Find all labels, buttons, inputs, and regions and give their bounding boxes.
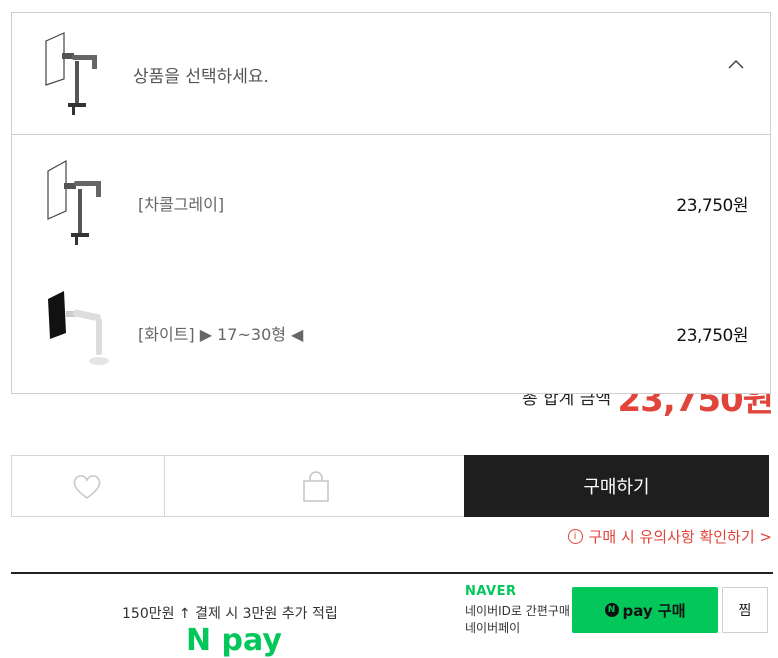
buy-now-button[interactable]: 구매하기	[464, 455, 769, 517]
dropdown-header[interactable]: 상품을 선택하세요.	[12, 13, 770, 135]
npay-logo: N pay	[186, 623, 282, 658]
option-label: [화이트] ▶ 17~30형 ◀	[138, 325, 304, 344]
shopping-bag-icon	[303, 471, 329, 502]
naver-desc-line2: 네이버페이	[465, 621, 521, 635]
wishlist-button[interactable]	[12, 456, 165, 516]
npay-benefit-text: 150만원 ↑ 결제 시 3만원 추가 적립	[122, 606, 338, 622]
monitor-arm-gray-thumbnail	[45, 32, 97, 115]
info-icon: i	[567, 529, 583, 544]
action-bar: 구매하기	[11, 455, 769, 517]
npay-buy-button[interactable]: N pay 구매	[572, 587, 718, 633]
dropdown-option-white[interactable]: [화이트] ▶ 17~30형 ◀ 23,750원	[12, 265, 770, 393]
monitor-arm-white-thumbnail	[48, 291, 109, 365]
add-to-cart-button[interactable]	[165, 456, 463, 516]
npay-n-icon: N	[604, 603, 619, 617]
product-option-dropdown[interactable]: 상품을 선택하세요. [차콜그레이] 23,750원 [화이트] ▶ 17~30…	[11, 12, 771, 394]
dropdown-placeholder: 상품을 선택하세요.	[133, 67, 269, 87]
option-label: [차콜그레이]	[138, 195, 225, 214]
chevron-up-icon[interactable]	[726, 55, 746, 75]
naver-brand: NAVER	[465, 584, 517, 599]
section-divider	[11, 572, 773, 574]
option-price: 23,750원	[676, 196, 748, 216]
purchase-notice-text: 구매 시 유의사항 확인하기 >	[588, 528, 772, 546]
dropdown-option-charcoal-gray[interactable]: [차콜그레이] 23,750원	[12, 135, 770, 263]
option-price: 23,750원	[676, 326, 748, 346]
heart-icon	[73, 475, 101, 499]
npay-buy-label: pay 구매	[622, 601, 686, 620]
monitor-arm-gray-thumbnail	[47, 159, 101, 245]
naver-desc-line1: 네이버ID로 간편구매	[465, 604, 570, 618]
npay-zzim-button[interactable]: 찜	[722, 587, 768, 633]
purchase-notice-link[interactable]: i 구매 시 유의사항 확인하기 >	[567, 526, 772, 547]
